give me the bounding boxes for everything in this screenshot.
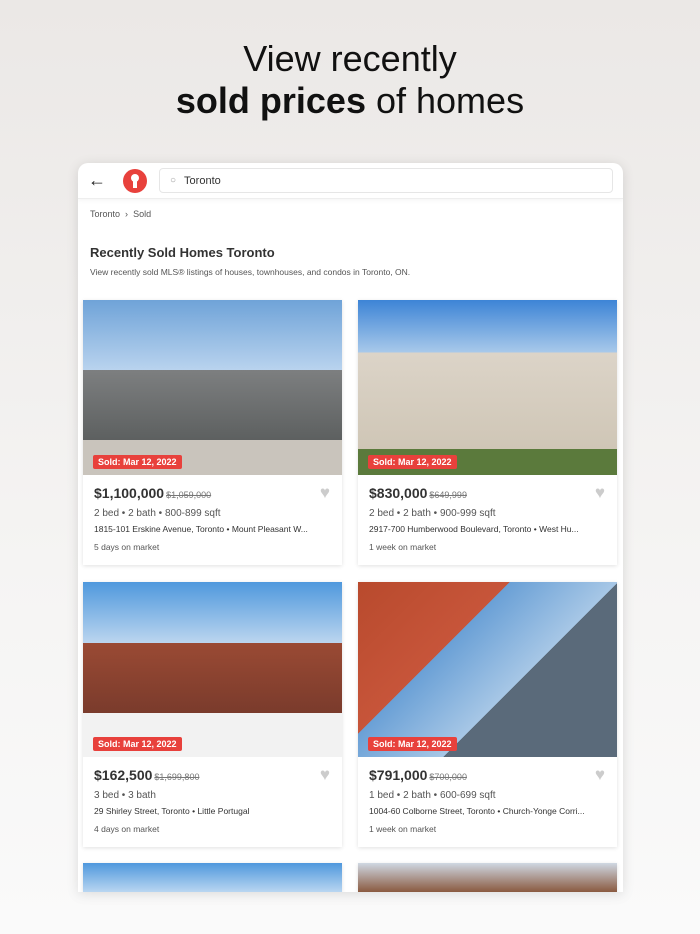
listing-photo: Sold: Mar 12, 2022 <box>358 582 617 757</box>
listing-card[interactable]: Sold: Mar 12, 2022 $791,000 $700,000 ♥ 1 b… <box>358 582 617 847</box>
back-arrow-icon[interactable]: ← <box>88 170 110 191</box>
search-icon: ○ <box>170 175 177 186</box>
chevron-right-icon: › <box>125 209 129 219</box>
address: 2917-700 Humberwood Boulevard, Toronto •… <box>369 524 579 534</box>
days-on-market: 4 days on market <box>94 824 160 834</box>
price: $162,500 <box>94 767 153 783</box>
heart-icon[interactable]: ♥ <box>595 483 605 503</box>
headline-rest: of homes <box>365 80 525 121</box>
headline-line1: View recently <box>243 38 457 79</box>
price: $1,100,000 <box>94 485 165 501</box>
heart-icon[interactable]: ♥ <box>320 765 330 785</box>
sold-badge: Sold: Mar 12, 2022 <box>368 737 457 751</box>
page-description: View recently sold MLS® listings of hous… <box>90 267 411 277</box>
address: 1815-101 Erskine Avenue, Toronto • Mount… <box>94 524 308 534</box>
listing-card[interactable] <box>83 863 342 892</box>
listing-card[interactable]: Sold: Mar 12, 2022 $830,000 $649,999 ♥ 2 b… <box>358 300 617 565</box>
heart-icon[interactable]: ♥ <box>320 483 330 503</box>
heart-icon[interactable]: ♥ <box>595 765 605 785</box>
search-input[interactable]: ○ Toronto <box>159 168 613 193</box>
sold-badge: Sold: Mar 12, 2022 <box>93 455 182 469</box>
days-on-market: 5 days on market <box>94 542 160 552</box>
listing-card[interactable]: Sold: Mar 12, 2022 $162,500 $1,699,800 ♥ 3… <box>83 582 342 847</box>
page-title: Recently Sold Homes Toronto <box>90 245 275 260</box>
listing-photo <box>358 863 617 892</box>
listing-photo <box>83 863 342 892</box>
headline: View recently sold prices of homes <box>0 38 700 122</box>
app-logo[interactable] <box>123 168 147 193</box>
old-price: $1,699,800 <box>154 772 200 782</box>
top-bar: ← ○ Toronto <box>78 163 623 199</box>
sold-badge: Sold: Mar 12, 2022 <box>93 737 182 751</box>
search-value: Toronto <box>184 174 221 187</box>
breadcrumb-toronto[interactable]: Toronto <box>90 209 120 219</box>
old-price: $649,999 <box>429 490 467 500</box>
address: 29 Shirley Street, Toronto • Little Port… <box>94 806 250 816</box>
specs: 2 bed • 2 bath • 900-999 sqft <box>369 508 496 519</box>
listing-photo: Sold: Mar 12, 2022 <box>358 300 617 475</box>
listing-photo: Sold: Mar 12, 2022 <box>83 582 342 757</box>
listing-photo: Sold: Mar 12, 2022 <box>83 300 342 475</box>
address: 1004-60 Colborne Street, Toronto • Churc… <box>369 806 585 816</box>
breadcrumb: Toronto › Sold <box>90 209 151 219</box>
sold-badge: Sold: Mar 12, 2022 <box>368 455 457 469</box>
price: $791,000 <box>369 767 428 783</box>
specs: 1 bed • 2 bath • 600-699 sqft <box>369 790 496 801</box>
app-screen: ← ○ Toronto Toronto › Sold Recently Sold … <box>78 163 623 892</box>
headline-bold: sold prices <box>175 80 366 121</box>
days-on-market: 1 week on market <box>369 542 437 552</box>
listing-card[interactable]: Sold: Mar 12, 2022 $1,100,000 $1,059,000 ♥… <box>83 300 342 565</box>
old-price: $700,000 <box>429 772 467 782</box>
specs: 2 bed • 2 bath • 800-899 sqft <box>94 508 221 519</box>
old-price: $1,059,000 <box>166 490 212 500</box>
days-on-market: 1 week on market <box>369 824 437 834</box>
price: $830,000 <box>369 485 428 501</box>
specs: 3 bed • 3 bath <box>94 790 156 801</box>
listing-card[interactable] <box>358 863 617 892</box>
breadcrumb-sold[interactable]: Sold <box>133 209 151 219</box>
